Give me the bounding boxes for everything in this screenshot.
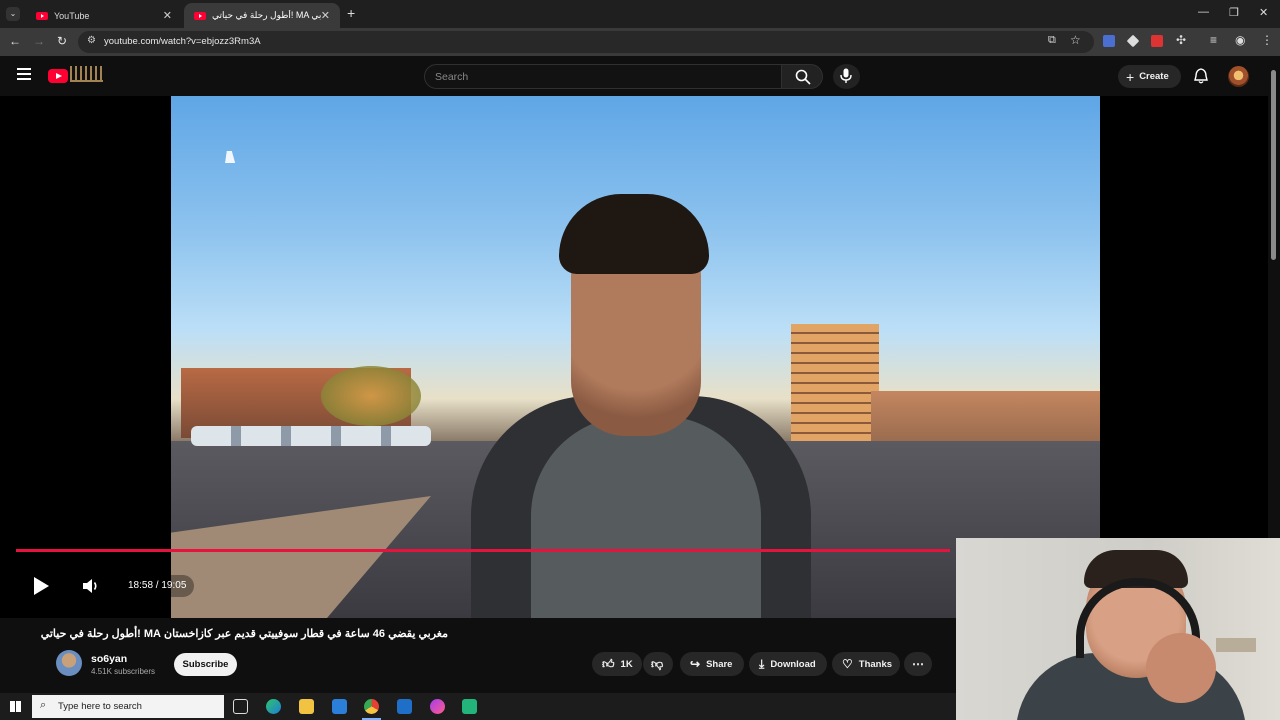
bookmark-star-icon[interactable]: ☆ [1070, 33, 1081, 47]
address-bar[interactable]: ⚙ youtube.com/watch?v=ebjozz3Rm3A ⧉ ☆ [78, 31, 1094, 53]
share-button[interactable]: ↪ Share [680, 652, 744, 676]
doodle-logo-icon[interactable] [70, 66, 103, 82]
restore-icon[interactable]: ❐ [1229, 6, 1239, 19]
more-actions-button[interactable]: ⋯ [904, 652, 932, 676]
download-icon: ⤓ [759, 656, 765, 671]
media-control-icon[interactable]: ≡ [1210, 33, 1217, 47]
avatar[interactable] [1228, 66, 1249, 87]
minimize-icon[interactable]: — [1198, 6, 1209, 18]
site-info-icon[interactable]: ⚙ [87, 35, 96, 46]
task-view-icon[interactable] [233, 699, 248, 714]
browser-tab-strip: ⌄ YouTube ✕ أطول رحلة في حياتي! MA مغربي… [0, 0, 1280, 28]
chrome-icon[interactable] [364, 699, 379, 714]
create-label: Create [1139, 71, 1169, 82]
new-tab-icon[interactable]: + [347, 5, 355, 21]
video-title: مغربي يقضي 46 ساعة في قطار سوفييتي قديم … [40, 628, 448, 640]
channel-name[interactable]: so6yan [91, 653, 127, 665]
thanks-icon: ♡ [842, 657, 853, 671]
thumbs-up-icon: 👍︎ [602, 656, 615, 671]
create-button[interactable]: + Create [1118, 65, 1181, 88]
thanks-button[interactable]: ♡ Thanks [832, 652, 900, 676]
diamond-extension-icon[interactable] [1126, 34, 1140, 48]
play-icon[interactable] [32, 576, 50, 596]
tab-search-icon[interactable]: ⌄ [6, 7, 20, 21]
youtube-favicon-icon [194, 11, 206, 20]
chrome-menu-icon[interactable]: ⋮ [1261, 33, 1273, 47]
outlook-icon[interactable] [397, 699, 412, 714]
messenger-icon[interactable] [430, 699, 445, 714]
bell-icon[interactable] [1194, 68, 1208, 84]
tab-label: YouTube [54, 10, 90, 21]
red-extension-icon[interactable] [1151, 35, 1163, 47]
youtube-header: Search [0, 56, 1280, 96]
tab-label: أطول رحلة في حياتي! MA مغربي [212, 10, 321, 20]
like-count: 1K [620, 658, 633, 670]
channel-avatar[interactable] [56, 650, 82, 676]
taskbar-search-input[interactable]: ⌕ Type here to search [32, 695, 224, 718]
search-input[interactable]: Search [424, 64, 782, 89]
search-placeholder: Search [435, 71, 469, 83]
dislike-button[interactable]: 👎︎ [643, 652, 673, 676]
download-label: Download [770, 658, 816, 670]
reload-icon[interactable]: ↻ [57, 34, 67, 48]
app-icon[interactable] [462, 699, 477, 714]
url-text[interactable]: youtube.com/watch?v=ebjozz3Rm3A [104, 36, 261, 47]
mouse-cursor [225, 151, 237, 163]
thumbs-down-icon: 👎︎ [651, 656, 664, 671]
volume-icon[interactable] [82, 578, 100, 594]
file-explorer-icon[interactable] [299, 699, 314, 714]
thanks-label: Thanks [858, 658, 893, 670]
back-icon[interactable]: ← [9, 34, 21, 48]
more-icon: ⋯ [912, 657, 924, 671]
webcam-overlay [956, 538, 1280, 720]
share-label: Share [706, 658, 733, 670]
tower-building [791, 324, 879, 446]
page-scrollbar[interactable] [1271, 70, 1276, 260]
close-tab-icon[interactable]: ✕ [321, 9, 330, 22]
menu-icon[interactable] [17, 68, 31, 80]
close-window-icon[interactable]: ✕ [1259, 6, 1268, 19]
progress-bar[interactable] [16, 549, 950, 552]
plus-icon: + [1126, 68, 1135, 85]
search-icon: ⌕ [40, 699, 47, 711]
translate-extension-icon[interactable] [1103, 35, 1115, 47]
subscriber-count: 4.51K subscribers [91, 667, 156, 676]
windows-taskbar: ⌕ Type here to search [0, 693, 956, 720]
tree-left [321, 366, 421, 426]
close-tab-icon[interactable]: ✕ [163, 9, 172, 22]
tab-youtube[interactable]: YouTube ✕ [26, 3, 182, 28]
profile-icon[interactable]: ◉ [1235, 33, 1245, 47]
download-button[interactable]: ⤓ Download [749, 652, 827, 676]
webcam-person-hand [1146, 633, 1216, 703]
forward-icon[interactable]: → [33, 34, 45, 48]
search-button[interactable] [781, 64, 823, 89]
mic-icon [840, 68, 852, 83]
voice-search-button[interactable] [833, 64, 860, 89]
taskbar-search-placeholder: Type here to search [58, 701, 142, 712]
webcam-wall-shelf [1216, 638, 1256, 652]
like-button[interactable]: 👍︎ 1K [592, 652, 642, 676]
install-icon[interactable]: ⧉ [1048, 34, 1056, 47]
time-display: 18:58 / 19:05 [120, 575, 195, 597]
subscribe-button[interactable]: Subscribe [174, 653, 237, 676]
youtube-favicon-icon [36, 11, 48, 20]
tab-video[interactable]: أطول رحلة في حياتي! MA مغربي ✕ [184, 3, 340, 28]
browser-toolbar: ← → ↻ ⚙ youtube.com/watch?v=ebjozz3Rm3A … [0, 28, 1280, 56]
extensions-puzzle-icon[interactable]: ✣ [1176, 33, 1186, 47]
person-jacket [531, 416, 761, 618]
windows-start-icon[interactable] [10, 701, 21, 712]
share-icon: ↪ [690, 657, 701, 671]
person-hair [559, 194, 709, 274]
youtube-logo[interactable] [48, 69, 68, 83]
cars-left [191, 426, 431, 446]
store-icon[interactable] [332, 699, 347, 714]
edge-icon[interactable] [266, 699, 281, 714]
search-icon [795, 69, 811, 85]
